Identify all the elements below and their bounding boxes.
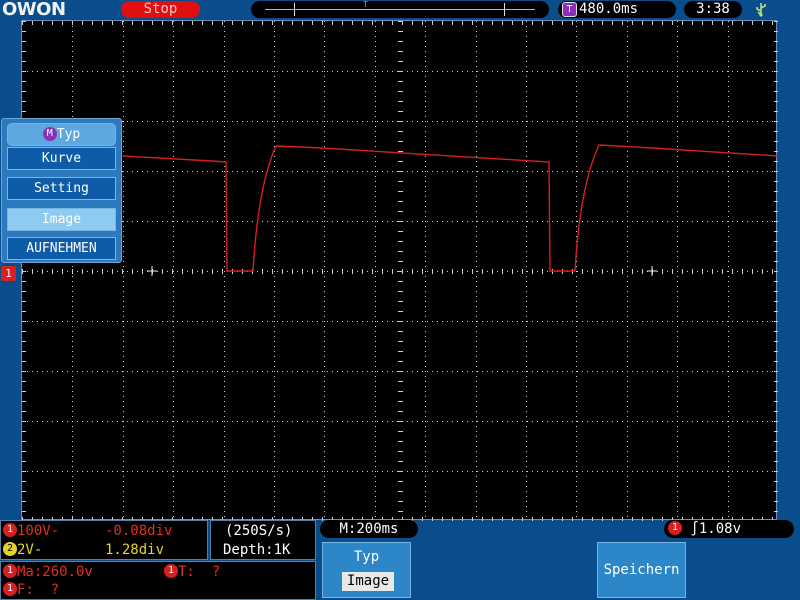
run-stop-indicator[interactable]: Stop bbox=[121, 1, 200, 18]
timebase-display[interactable]: M:200ms bbox=[320, 520, 418, 538]
measurement-panel: 1 Ma:260.0v 1 T: ? 1 F: ? bbox=[0, 561, 316, 600]
memory-timeline: T bbox=[251, 1, 549, 18]
usb-icon bbox=[754, 2, 768, 17]
ch1-icon: 1 bbox=[3, 523, 17, 537]
channel-info-panel: 1 100V- -0.08div 2 2V- 1.28div bbox=[0, 520, 208, 560]
f-value: F: ? bbox=[17, 582, 60, 598]
measure-ma: 1 Ma:260.0v bbox=[3, 563, 93, 581]
softkey-typ-label: Typ bbox=[353, 549, 380, 565]
timeline-window-start bbox=[294, 3, 295, 16]
menu-item-aufnehmen[interactable]: AUFNEHMEN bbox=[7, 237, 116, 260]
t-channel-icon: 1 bbox=[164, 564, 178, 578]
save-menu: M Typ Kurve Setting Image AUFNEHMEN bbox=[1, 118, 122, 263]
ch2-icon: 2 bbox=[3, 542, 17, 556]
softkey-typ[interactable]: Typ Image bbox=[322, 542, 411, 598]
memory-depth: Depth:1K bbox=[223, 542, 291, 558]
waveform-trace bbox=[122, 144, 778, 272]
ch2-offset: 1.28div bbox=[105, 542, 165, 558]
measure-t: 1 T: ? bbox=[164, 563, 220, 581]
ch1-offset: -0.08div bbox=[105, 523, 173, 539]
timeline-line bbox=[265, 9, 535, 10]
menu-item-image[interactable]: Image bbox=[7, 208, 116, 231]
ch2-scale: 2V- bbox=[17, 542, 43, 558]
ma-channel-icon: 1 bbox=[3, 564, 17, 578]
menu-title-label: Typ bbox=[56, 127, 81, 142]
t-value: T: ? bbox=[178, 564, 221, 580]
rising-edge-icon: ∫ bbox=[690, 521, 699, 537]
trigger-channel-icon: 1 bbox=[668, 521, 682, 535]
ch1-level-marker[interactable]: 1 bbox=[1, 266, 16, 281]
trigger-time-value: 480.0ms bbox=[579, 1, 639, 17]
timeline-window-end bbox=[504, 3, 505, 16]
trigger-level-value: 1.08v bbox=[698, 521, 742, 537]
clock: 3:38 bbox=[684, 1, 742, 18]
ch1-trace bbox=[122, 144, 778, 272]
waveform-screen[interactable] bbox=[21, 20, 778, 521]
trigger-time-display: T 480.0ms bbox=[558, 1, 676, 18]
acquisition-info-panel: (250S/s) Depth:1K bbox=[210, 520, 316, 560]
menu-title-typ[interactable]: M Typ bbox=[7, 123, 116, 146]
ch1-scale: 100V- bbox=[17, 523, 60, 539]
ma-value: Ma:260.0v bbox=[17, 564, 93, 580]
sample-rate: (250S/s) bbox=[225, 523, 293, 539]
trigger-level-display[interactable]: 1 ∫1.08v bbox=[664, 520, 794, 538]
measure-f: 1 F: ? bbox=[3, 581, 59, 599]
f-channel-icon: 1 bbox=[3, 582, 17, 596]
softkey-typ-value: Image bbox=[342, 572, 394, 591]
menu-m-icon: M bbox=[42, 126, 57, 141]
save-button[interactable]: Speichern bbox=[597, 542, 686, 598]
ch2-info[interactable]: 2 2V- bbox=[3, 541, 42, 559]
menu-item-setting[interactable]: Setting bbox=[7, 177, 116, 200]
trigger-time-icon: T bbox=[562, 2, 577, 17]
menu-item-kurve[interactable]: Kurve bbox=[7, 147, 116, 170]
brand-logo: OWON bbox=[2, 0, 66, 20]
ch1-info[interactable]: 1 100V- bbox=[3, 522, 59, 540]
trigger-position-marker: T bbox=[363, 0, 368, 9]
